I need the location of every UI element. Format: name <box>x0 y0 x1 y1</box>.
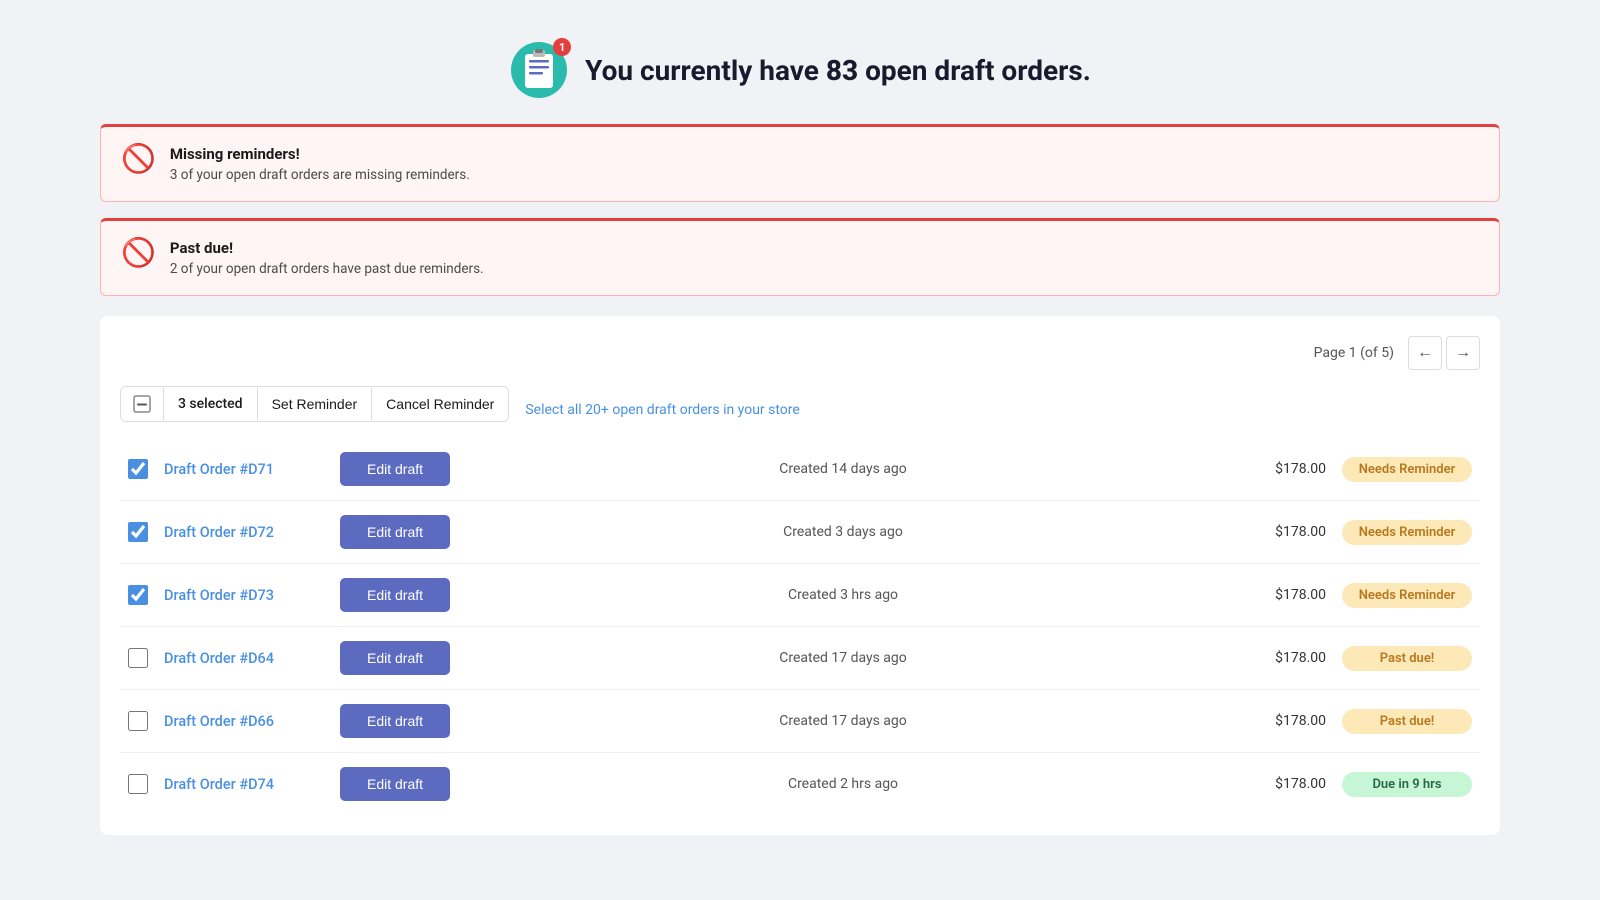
table-row: Draft Order #D74 Edit draft Created 2 hr… <box>120 753 1480 815</box>
status-badge-D72: Needs Reminder <box>1342 520 1472 545</box>
table-row: Draft Order #D66 Edit draft Created 17 d… <box>120 690 1480 753</box>
status-badge-D73: Needs Reminder <box>1342 583 1472 608</box>
order-created-D64: Created 17 days ago <box>466 650 1220 666</box>
page-header: 1 You currently have 83 open draft order… <box>100 20 1500 124</box>
page-title: You currently have 83 open draft orders. <box>585 54 1091 87</box>
edit-draft-button-D73[interactable]: Edit draft <box>340 578 450 612</box>
order-amount-D64: $178.00 <box>1236 650 1326 666</box>
cancel-reminder-button[interactable]: Cancel Reminder <box>372 388 508 420</box>
order-link-D71[interactable]: Draft Order #D71 <box>164 461 324 478</box>
orders-table-section: Page 1 (of 5) ← → 3 selected Set Reminde… <box>100 316 1500 835</box>
alert-past-due-title: Past due! <box>170 239 484 257</box>
order-link-D64[interactable]: Draft Order #D64 <box>164 650 324 667</box>
edit-draft-button-D72[interactable]: Edit draft <box>340 515 450 549</box>
bulk-select-checkbox[interactable] <box>121 387 164 421</box>
table-row: Draft Order #D72 Edit draft Created 3 da… <box>120 501 1480 564</box>
order-amount-D73: $178.00 <box>1236 587 1326 603</box>
alert-missing-reminders-content: Missing reminders! 3 of your open draft … <box>170 145 470 183</box>
table-row: Draft Order #D71 Edit draft Created 14 d… <box>120 438 1480 501</box>
order-link-D74[interactable]: Draft Order #D74 <box>164 776 324 793</box>
edit-draft-button-D66[interactable]: Edit draft <box>340 704 450 738</box>
row-checkbox-D66[interactable] <box>128 711 148 731</box>
pagination-label: Page 1 (of 5) <box>1314 345 1394 361</box>
order-amount-D74: $178.00 <box>1236 776 1326 792</box>
order-amount-D71: $178.00 <box>1236 461 1326 477</box>
order-link-D72[interactable]: Draft Order #D72 <box>164 524 324 541</box>
status-badge-D71: Needs Reminder <box>1342 457 1472 482</box>
row-checkbox-D71[interactable] <box>128 459 148 479</box>
bulk-actions-row: 3 selected Set Reminder Cancel Reminder … <box>120 386 1480 434</box>
alert-missing-reminders: 🚫 Missing reminders! 3 of your open draf… <box>100 124 1500 202</box>
table-row: Draft Order #D64 Edit draft Created 17 d… <box>120 627 1480 690</box>
status-badge-D74: Due in 9 hrs <box>1342 772 1472 797</box>
alert-missing-reminders-title: Missing reminders! <box>170 145 470 163</box>
edit-draft-button-D74[interactable]: Edit draft <box>340 767 450 801</box>
order-created-D74: Created 2 hrs ago <box>466 776 1220 792</box>
row-checkbox-D74[interactable] <box>128 774 148 794</box>
alert-past-due-icon: 🚫 <box>121 239 156 267</box>
order-created-D72: Created 3 days ago <box>466 524 1220 540</box>
alert-past-due-content: Past due! 2 of your open draft orders ha… <box>170 239 484 277</box>
order-created-D66: Created 17 days ago <box>466 713 1220 729</box>
order-rows-container: Draft Order #D71 Edit draft Created 14 d… <box>120 438 1480 815</box>
order-created-D73: Created 3 hrs ago <box>466 587 1220 603</box>
edit-draft-button-D71[interactable]: Edit draft <box>340 452 450 486</box>
edit-draft-button-D64[interactable]: Edit draft <box>340 641 450 675</box>
select-all-link[interactable]: Select all 20+ open draft orders in your… <box>525 402 799 418</box>
status-badge-D64: Past due! <box>1342 646 1472 671</box>
order-link-D73[interactable]: Draft Order #D73 <box>164 587 324 604</box>
row-checkbox-D73[interactable] <box>128 585 148 605</box>
bulk-checkbox-icon <box>133 395 151 413</box>
page-wrapper: 1 You currently have 83 open draft order… <box>100 20 1500 835</box>
alert-missing-reminders-desc: 3 of your open draft orders are missing … <box>170 167 470 183</box>
notification-badge: 1 <box>553 38 571 56</box>
order-link-D66[interactable]: Draft Order #D66 <box>164 713 324 730</box>
status-badge-D66: Past due! <box>1342 709 1472 734</box>
table-pagination-header: Page 1 (of 5) ← → <box>120 336 1480 370</box>
pagination-next-button[interactable]: → <box>1446 336 1480 370</box>
alert-missing-reminders-icon: 🚫 <box>121 145 156 173</box>
bulk-actions-toolbar: 3 selected Set Reminder Cancel Reminder <box>120 386 509 422</box>
order-amount-D72: $178.00 <box>1236 524 1326 540</box>
pagination-prev-button[interactable]: ← <box>1408 336 1442 370</box>
header-icon-wrapper: 1 <box>509 40 569 100</box>
set-reminder-button[interactable]: Set Reminder <box>258 388 373 420</box>
row-checkbox-D72[interactable] <box>128 522 148 542</box>
order-amount-D66: $178.00 <box>1236 713 1326 729</box>
bulk-selected-label: 3 selected <box>164 388 258 420</box>
row-checkbox-D64[interactable] <box>128 648 148 668</box>
alert-past-due-desc: 2 of your open draft orders have past du… <box>170 261 484 277</box>
order-created-D71: Created 14 days ago <box>466 461 1220 477</box>
alert-past-due: 🚫 Past due! 2 of your open draft orders … <box>100 218 1500 296</box>
table-row: Draft Order #D73 Edit draft Created 3 hr… <box>120 564 1480 627</box>
